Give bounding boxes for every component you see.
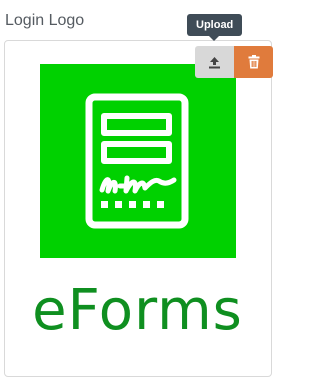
trash-icon (248, 55, 259, 69)
logo-image (40, 64, 236, 258)
delete-button[interactable] (234, 46, 273, 78)
upload-icon (209, 56, 220, 68)
login-logo-label: Login Logo (5, 12, 85, 29)
upload-button[interactable] (195, 46, 234, 78)
upload-tooltip: Upload (187, 14, 243, 36)
login-logo-field: Login Logo eForms Upload (0, 0, 279, 385)
brand-text: eForms (32, 278, 243, 343)
tooltip-arrow (209, 36, 219, 41)
